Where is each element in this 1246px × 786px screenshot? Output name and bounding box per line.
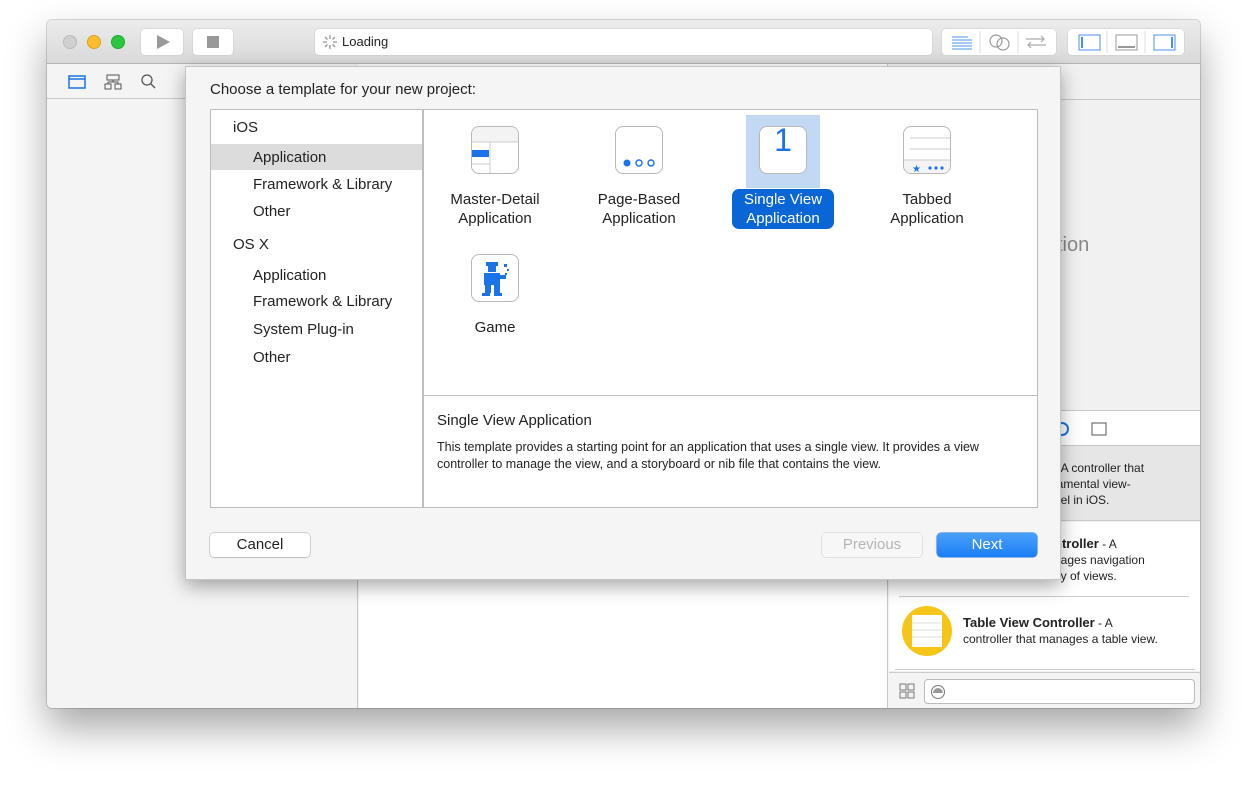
template-label: Application [746,210,820,227]
single-view-icon: 1 [759,126,807,174]
template-label: Application [458,210,532,227]
library-item-desc: ny of views. [1054,569,1117,583]
tabbed-icon: ★ [903,126,951,174]
category-osx-other[interactable]: Other [211,344,422,370]
template-label: Single View [743,191,823,208]
single-view-glyph: 1 [774,126,792,158]
stop-button[interactable] [193,29,233,55]
master-detail-icon [471,126,519,174]
debug-area-toggle-icon [1115,34,1138,51]
find-navigator-icon [141,74,156,89]
zoom-button[interactable] [111,35,125,49]
media-library-icon [1091,422,1107,436]
library-item-desc: nages navigation [1054,553,1145,567]
description-text: This template provides a starting point … [437,440,979,471]
editor-mode-group [942,29,1056,55]
category-header-osx: OS X [233,236,269,253]
category-osx-application[interactable]: Application [211,262,422,288]
minimize-button[interactable] [87,35,101,49]
svg-text:★: ★ [912,164,921,174]
category-header-ios: iOS [233,119,259,136]
template-description: Single View Application This template pr… [423,395,1038,508]
template-label: Application [890,210,964,227]
library-filter-bar [889,672,1200,708]
next-button[interactable]: Next [937,533,1037,557]
library-item-suffix: - A [1094,616,1113,630]
filter-icon [931,685,945,699]
template-single-view[interactable]: 1 Single View Application [724,116,842,229]
category-osx-framework-library[interactable]: Framework & Library [211,288,422,314]
run-button[interactable] [141,29,183,55]
navigator-toggle-icon [1078,34,1101,51]
page-based-icon [615,126,663,174]
template-label: Game [474,319,516,336]
assistant-editor-icon [989,34,1010,51]
category-osx-system-plugin[interactable]: System Plug-in [211,316,422,342]
toolbar: Loading [47,20,1200,64]
template-tabbed[interactable]: ★ Tabbed Application [868,116,986,229]
template-label: Page-Based [597,191,681,208]
standard-editor-icon [952,36,972,50]
status-text: Loading [342,34,389,49]
sheet-title: Choose a template for your new project: [210,81,476,98]
library-item-desc: - A controller that [1054,461,1145,475]
library-item-desc: lamental view- [1054,477,1131,491]
project-navigator-icon [68,75,86,89]
table-view-controller-icon [902,606,952,656]
template-label: Tabbed [902,191,952,208]
spinner-icon [323,35,337,49]
close-button[interactable] [63,35,77,49]
template-master-detail[interactable]: Master-Detail Application [436,116,554,229]
run-icon [157,35,170,49]
library-item-desc: del in iOS. [1054,493,1110,507]
stop-icon [207,36,219,48]
template-category-list: iOS Application Framework & Library Othe… [210,109,423,508]
cancel-button[interactable]: Cancel [210,533,310,557]
template-game[interactable]: Game [436,244,554,338]
library-item-desc: controller that manages a table view. [963,632,1158,646]
description-title: Single View Application [437,412,592,429]
activity-status: Loading [315,29,932,55]
new-project-template-sheet: Choose a template for your new project: … [185,66,1061,580]
library-item-title: Table View Controller [963,615,1095,630]
category-ios-application[interactable]: Application [211,144,422,170]
template-label: Application [602,210,676,227]
library-item[interactable]: Table View Controller - A controller tha… [889,597,1200,671]
category-ios-other[interactable]: Other [211,198,422,224]
template-grid: Master-Detail Application Page-Based Appli… [423,109,1038,396]
library-filter-input[interactable] [924,679,1195,704]
template-page-based[interactable]: Page-Based Application [580,116,698,229]
category-ios-framework-library[interactable]: Framework & Library [211,171,422,197]
game-icon [471,254,519,302]
library-item-suffix: - A [1098,537,1117,551]
view-toggle-group [1068,29,1184,55]
version-editor-icon [1026,35,1046,49]
grid-view-icon[interactable] [899,683,915,699]
template-label: Master-Detail [450,191,540,208]
utilities-toggle-icon [1153,34,1176,51]
symbol-navigator-icon [104,74,122,90]
previous-button[interactable]: Previous [822,533,922,557]
